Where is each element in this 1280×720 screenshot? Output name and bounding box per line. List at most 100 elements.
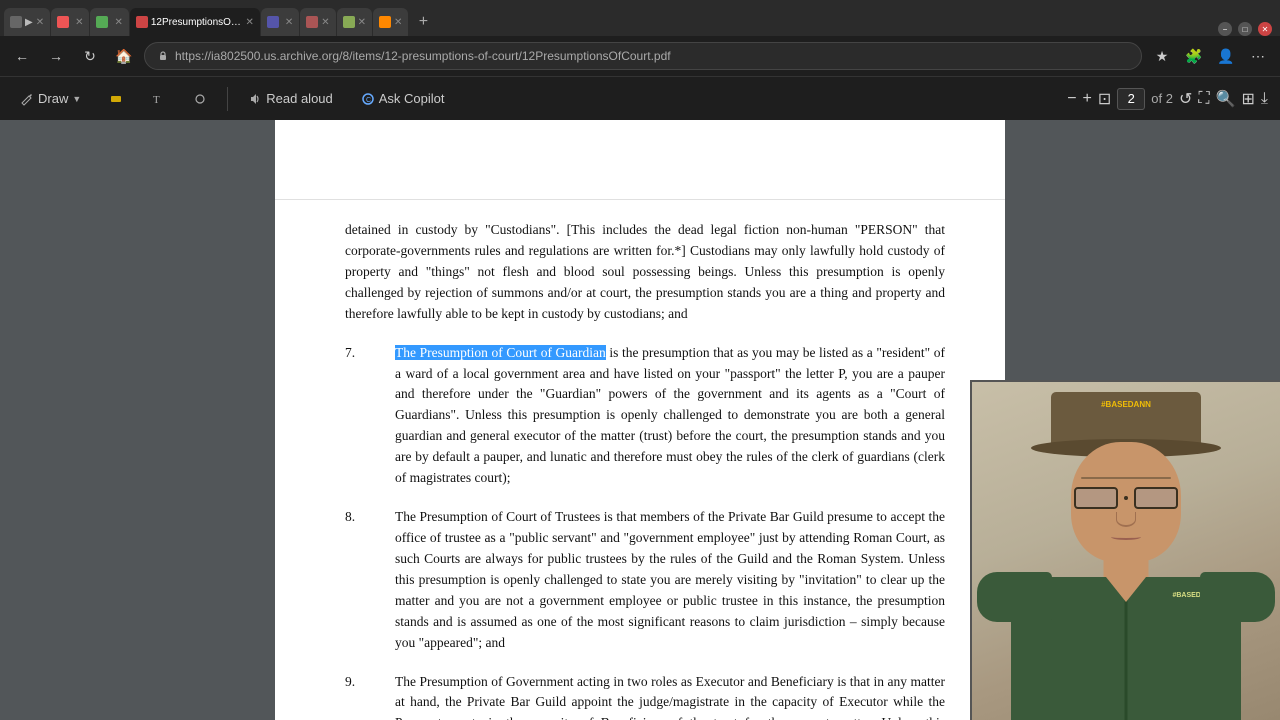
person-head (1071, 442, 1181, 562)
home-button[interactable]: 🏠 (110, 42, 138, 70)
draw-icon (20, 92, 34, 106)
new-tab-button[interactable]: + (409, 8, 437, 36)
highlight-button[interactable] (101, 88, 131, 110)
tab-8[interactable]: ✕ (373, 8, 408, 36)
tab-close-6[interactable]: ✕ (321, 17, 329, 28)
tab-6[interactable]: ✕ (300, 8, 335, 36)
svg-text:C: C (366, 97, 371, 104)
tab-active[interactable]: 12PresumptionsOfCourt.pdf ✕ (130, 8, 260, 36)
pdf-paragraph-intro: detained in custody by "Custodians". [Th… (345, 220, 945, 325)
download-button[interactable]: ⤓ (1261, 90, 1268, 108)
page-navigation: − + ⊡ of 2 ↺ ⛶ 🔍 ⊞ ⤓ (1067, 88, 1268, 110)
page-total: of 2 (1151, 91, 1173, 106)
tab-close-active[interactable]: ✕ (245, 17, 253, 28)
tab-title-1: ▶ (25, 17, 33, 28)
pdf-content: detained in custody by "Custodians". [Th… (275, 200, 1005, 720)
collar-shape (1106, 577, 1146, 602)
ask-copilot-button[interactable]: C Ask Copilot (353, 87, 453, 110)
read-aloud-button[interactable]: Read aloud (240, 87, 341, 110)
lock-icon (157, 50, 169, 62)
tab-close-8[interactable]: ✕ (394, 17, 402, 28)
glasses-frame (1072, 487, 1180, 509)
tab-title-active: 12PresumptionsOfCourt.pdf (151, 17, 243, 28)
toolbar-divider-1 (227, 87, 228, 111)
left-shoulder (977, 572, 1052, 622)
hat-crown: #BASEDANN (1051, 392, 1201, 447)
tab-3[interactable]: ✕ (90, 8, 128, 36)
settings-button[interactable]: ⋯ (1244, 42, 1272, 70)
fullscreen-button[interactable]: ⛶ (1198, 90, 1209, 108)
pdf-item-8-text: The Presumption of Court of Trustees is … (395, 507, 945, 653)
profile-button[interactable]: 👤 (1212, 42, 1240, 70)
view-mode-button[interactable]: ⊞ (1242, 89, 1255, 109)
left-eyebrow (1081, 477, 1171, 479)
text-button[interactable]: T (143, 88, 173, 110)
tab-close-5[interactable]: ✕ (285, 17, 293, 28)
tab-close-2[interactable]: ✕ (75, 17, 83, 28)
url-text: https://ia802500.us.archive.org/8/items/… (175, 49, 1129, 63)
pdf-item-8: 8. The Presumption of Court of Trustees … (345, 507, 945, 653)
tab-close-3[interactable]: ✕ (114, 17, 122, 28)
webcam-background: #BASEDANN (972, 382, 1280, 720)
tab-close-7[interactable]: ✕ (358, 17, 366, 28)
ink-icon (193, 92, 207, 106)
person-nose (1116, 512, 1136, 527)
tab-7[interactable]: ✕ (337, 8, 372, 36)
pdf-item-7: 7. The Presumption of Court of Guardian … (345, 343, 945, 489)
pdf-viewer-area: detained in custody by "Custodians". [Th… (0, 120, 1280, 720)
pdf-highlight-guardian: The Presumption of Court of Guardian (395, 345, 606, 360)
ask-copilot-label: Ask Copilot (379, 91, 445, 106)
search-icon-nav[interactable]: 🔍 (1216, 89, 1236, 109)
read-aloud-icon (248, 92, 262, 106)
tab-favicon-active (136, 16, 148, 28)
ink-button[interactable] (185, 88, 215, 110)
draw-chevron: ▼ (72, 94, 81, 104)
webcam-overlay: #BASEDANN (970, 380, 1280, 720)
address-bar[interactable]: https://ia802500.us.archive.org/8/items/… (144, 42, 1142, 70)
tab-1[interactable]: ▶ ✕ (4, 8, 50, 36)
draw-button[interactable]: Draw ▼ (12, 87, 89, 110)
person-mouth (1111, 534, 1141, 540)
pdf-item-9-text: The Presumption of Government acting in … (395, 672, 945, 720)
bookmark-button[interactable]: ★ (1148, 42, 1176, 70)
hat-logo-text: #BASEDANN (1101, 400, 1151, 409)
pdf-item-7-text: The Presumption of Court of Guardian is … (395, 343, 945, 489)
fit-page-button[interactable]: ⊡ (1098, 89, 1111, 109)
pdf-item-7-number: 7. (345, 343, 395, 489)
svg-text:T: T (153, 94, 160, 106)
page-number-input[interactable] (1117, 88, 1145, 110)
back-button[interactable]: ← (8, 42, 36, 70)
rotate-button[interactable]: ↺ (1179, 89, 1192, 109)
tabs-container: ▶ ✕ ✕ ✕ 12PresumptionsOfCourt.pdf ✕ (4, 0, 437, 36)
copilot-icon: C (361, 92, 375, 106)
tab-close-1[interactable]: ✕ (36, 17, 44, 28)
tab-5[interactable]: ✕ (261, 8, 299, 36)
close-button[interactable]: ✕ (1258, 22, 1272, 36)
right-shoulder (1200, 572, 1275, 622)
tab-2[interactable]: ✕ (51, 8, 89, 36)
glasses-left-lens (1074, 487, 1118, 509)
tab-favicon-2 (57, 16, 69, 28)
maximize-button[interactable]: □ (1238, 22, 1252, 36)
minimize-button[interactable]: − (1218, 22, 1232, 36)
pdf-item-7-rest: is the presumption that as you may be li… (395, 345, 945, 486)
pdf-page-top (275, 120, 1005, 200)
tab-favicon-8 (379, 16, 391, 28)
zoom-out-button[interactable]: − (1067, 90, 1076, 108)
tab-bar: ▶ ✕ ✕ ✕ 12PresumptionsOfCourt.pdf ✕ (0, 0, 1280, 36)
forward-button[interactable]: → (42, 42, 70, 70)
read-aloud-label: Read aloud (266, 91, 333, 106)
zoom-in-button[interactable]: + (1083, 90, 1092, 108)
highlight-icon (109, 92, 123, 106)
tab-favicon-1 (10, 16, 22, 28)
pdf-toolbar: Draw ▼ T Read aloud C Ask Copilot − + ⊡ … (0, 76, 1280, 120)
text-icon: T (151, 92, 165, 106)
glasses-bridge (1124, 496, 1128, 500)
extensions-button[interactable]: 🧩 (1180, 42, 1208, 70)
refresh-button[interactable]: ↻ (76, 42, 104, 70)
pdf-item-8-number: 8. (345, 507, 395, 653)
tab-favicon-3 (96, 16, 108, 28)
pdf-text-intro: detained in custody by "Custodians". [Th… (345, 222, 945, 321)
nav-bar: ← → ↻ 🏠 https://ia802500.us.archive.org/… (0, 36, 1280, 76)
tab-favicon-7 (343, 16, 355, 28)
